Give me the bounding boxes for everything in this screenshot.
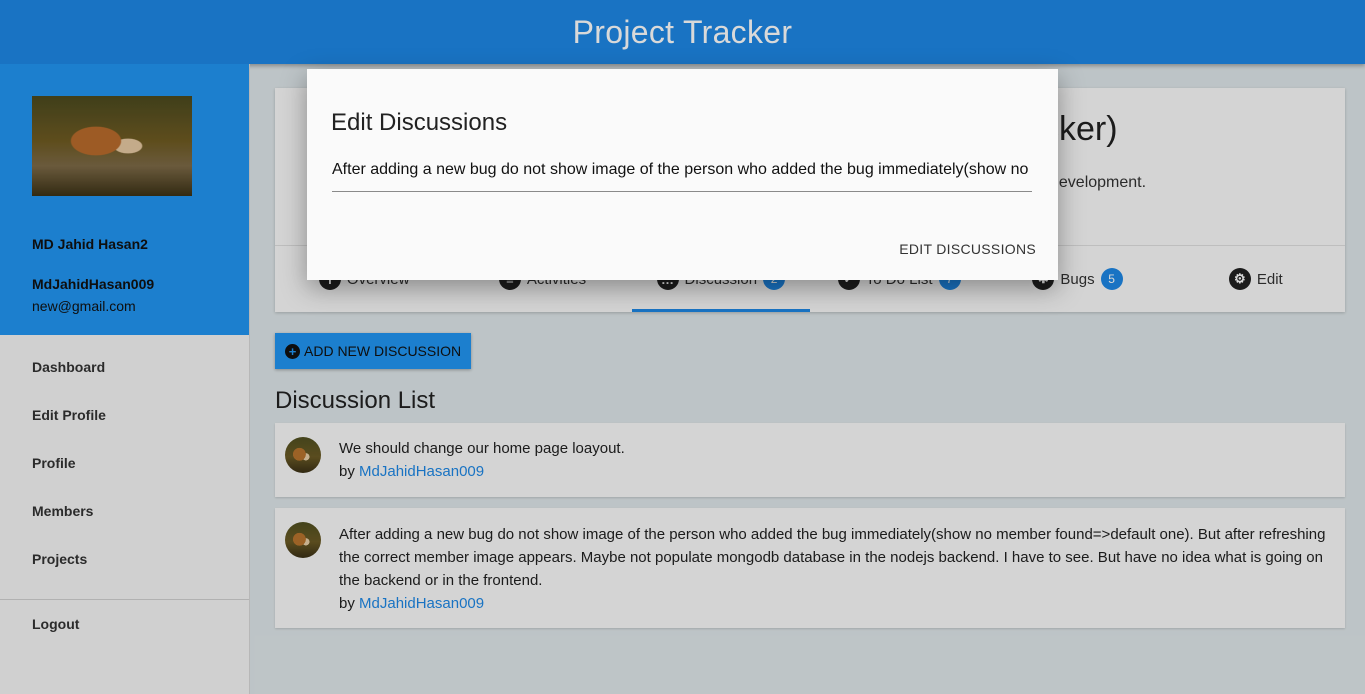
- edit-discussions-button[interactable]: EDIT DISCUSSIONS: [899, 241, 1036, 257]
- edit-discussion-dialog: Edit Discussions EDIT DISCUSSIONS: [307, 69, 1058, 280]
- discussion-text-field[interactable]: [332, 157, 1032, 192]
- dialog-title: Edit Discussions: [331, 109, 508, 136]
